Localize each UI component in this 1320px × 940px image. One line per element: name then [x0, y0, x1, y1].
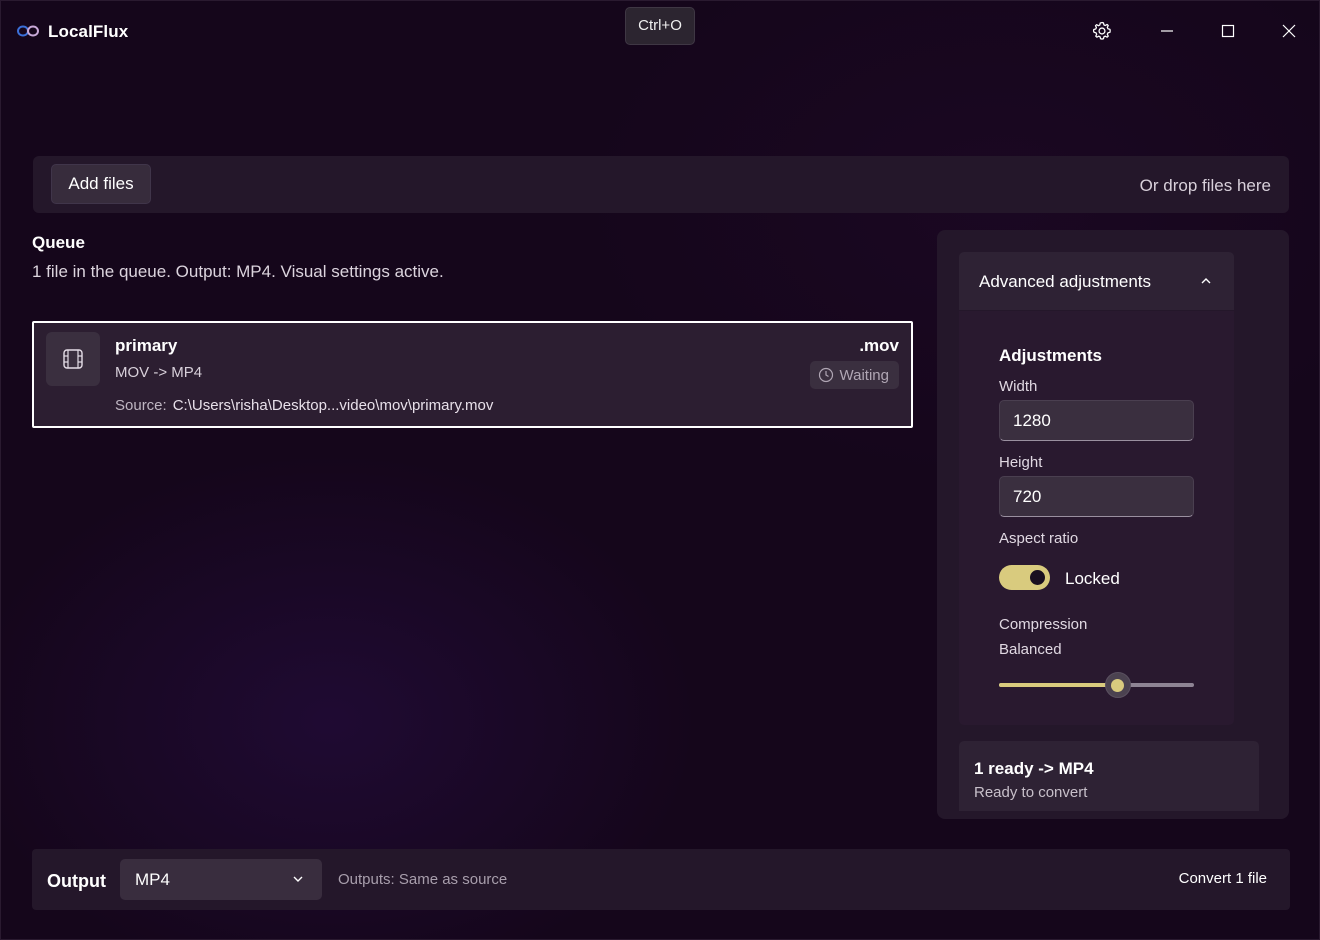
drop-zone[interactable]: Add files Or drop files here — [33, 156, 1289, 213]
close-button[interactable] — [1272, 15, 1306, 47]
app-title: LocalFlux — [48, 22, 129, 41]
width-input[interactable]: 1280 — [999, 400, 1194, 441]
width-label: Width — [999, 378, 1038, 395]
title-bar: LocalFlux Ctrl+O — [1, 1, 1319, 61]
advanced-adjustments-header[interactable]: Advanced adjustments — [959, 252, 1234, 310]
file-conversion: MOV -> MP4 — [115, 364, 203, 381]
file-name: primary — [115, 336, 178, 355]
close-icon — [1282, 24, 1296, 38]
gear-icon — [1092, 21, 1111, 40]
clock-icon — [818, 367, 833, 383]
chevron-down-icon — [293, 876, 303, 882]
source-path: C:\Users\risha\Desktop...video\mov\prima… — [172, 397, 494, 414]
aspect-ratio-label: Aspect ratio — [999, 530, 1079, 547]
maximize-button[interactable] — [1211, 15, 1245, 47]
infinity-logo-icon — [17, 25, 39, 37]
slider-thumb[interactable] — [1104, 672, 1131, 698]
queue-item[interactable]: primary MOV -> MP4 Source: C:\Users\risha… — [32, 321, 913, 428]
convert-button[interactable]: Convert 1 file — [1179, 870, 1267, 887]
file-extension: .mov — [859, 336, 899, 355]
queue-title: Queue — [32, 233, 85, 252]
ready-subtitle: Ready to convert — [974, 784, 1088, 801]
compression-label: Compression — [999, 616, 1088, 633]
ready-summary-card: 1 ready -> MP4 Ready to convert — [959, 741, 1259, 811]
adjustments-title: Adjustments — [999, 346, 1102, 365]
settings-button[interactable] — [1085, 15, 1119, 47]
output-bar: Output MP4 Outputs: Same as source Conve… — [32, 849, 1290, 910]
file-source: Source: C:\Users\risha\Desktop...video\mo… — [115, 397, 493, 414]
chevron-up-icon — [1201, 278, 1211, 284]
toggle-knob — [1030, 570, 1045, 585]
status-text: Waiting — [839, 366, 889, 384]
minimize-button[interactable] — [1150, 15, 1184, 47]
aspect-ratio-state: Locked — [1065, 569, 1120, 588]
file-thumbnail — [46, 332, 100, 386]
app-window: LocalFlux Ctrl+O Add files Or drop files… — [0, 0, 1320, 940]
status-badge: Waiting — [809, 361, 899, 389]
output-format-select[interactable]: MP4 — [120, 859, 322, 900]
ready-title: 1 ready -> MP4 — [974, 759, 1094, 778]
compression-value: Balanced — [999, 641, 1062, 658]
minimize-icon — [1161, 30, 1173, 32]
queue-summary: 1 file in the queue. Output: MP4. Visual… — [32, 262, 444, 281]
source-label: Source: — [115, 397, 167, 414]
height-input[interactable]: 720 — [999, 476, 1194, 517]
film-icon — [63, 349, 83, 369]
maximize-icon — [1221, 24, 1235, 38]
output-destination: Outputs: Same as source — [338, 871, 508, 888]
advanced-adjustments-body: Adjustments Width 1280 Height 720 Aspect… — [959, 311, 1234, 725]
compression-slider[interactable] — [999, 672, 1194, 698]
output-format-value: MP4 — [135, 870, 170, 889]
height-label: Height — [999, 454, 1043, 471]
add-files-button[interactable]: Add files — [51, 164, 151, 204]
drop-hint: Or drop files here — [1139, 176, 1271, 195]
shortcut-tooltip: Ctrl+O — [625, 7, 695, 45]
slider-thumb-dot — [1111, 678, 1125, 692]
output-label: Output — [47, 871, 106, 891]
aspect-ratio-toggle[interactable] — [999, 565, 1050, 590]
slider-fill — [999, 683, 1118, 687]
advanced-adjustments-title: Advanced adjustments — [979, 272, 1151, 291]
settings-panel: Advanced adjustments Adjustments Width 1… — [937, 230, 1289, 819]
